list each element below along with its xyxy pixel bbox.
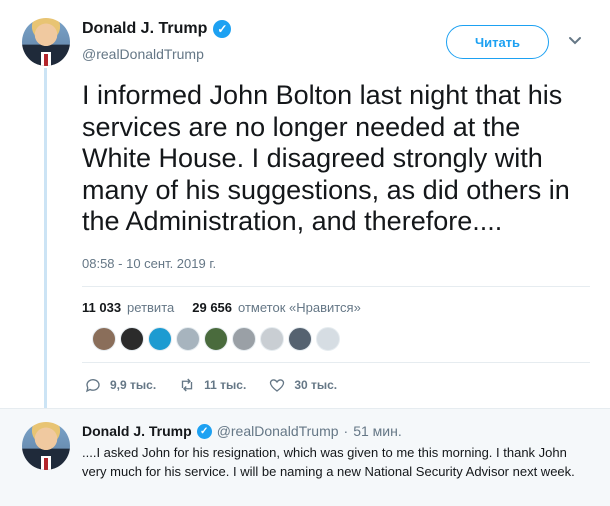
heart-icon xyxy=(270,379,285,392)
divider xyxy=(82,362,590,363)
chevron-down-icon[interactable] xyxy=(568,36,582,46)
retweets-count[interactable]: 11 033 xyxy=(82,300,121,315)
liker-avatar[interactable] xyxy=(148,327,172,351)
liker-avatar[interactable] xyxy=(232,327,256,351)
verified-badge-icon: ✓ xyxy=(213,20,232,38)
liker-avatar[interactable] xyxy=(260,327,284,351)
liker-avatar[interactable] xyxy=(92,327,116,351)
reply-text: ....I asked John for his resignation, wh… xyxy=(82,445,575,479)
liker-avatar[interactable] xyxy=(120,327,144,351)
divider xyxy=(82,286,590,287)
reply-action[interactable]: 9,9 тыс. xyxy=(84,376,156,394)
avatar[interactable] xyxy=(22,18,70,66)
follow-button[interactable]: Читать xyxy=(446,25,549,59)
tweet-stats: 11 033 ретвита 29 656 отметок «Нравится» xyxy=(82,300,361,315)
tweet-text: I informed John Bolton last night that h… xyxy=(82,80,570,236)
reply-avatar[interactable] xyxy=(22,422,70,470)
thread-connector-line xyxy=(44,68,47,420)
reply-time[interactable]: 51 мин. xyxy=(353,423,402,439)
likes-label[interactable]: отметок «Нравится» xyxy=(238,300,361,315)
liker-avatar[interactable] xyxy=(316,327,340,351)
reply-author-handle[interactable]: @realDonaldTrump xyxy=(217,423,339,439)
retweet-count: 11 тыс. xyxy=(204,378,247,392)
author-name[interactable]: Donald J. Trump xyxy=(82,20,207,38)
reply-icon xyxy=(85,379,100,393)
action-bar: 9,9 тыс. 11 тыс. 30 тыс. xyxy=(84,376,359,394)
tweet-timestamp[interactable]: 08:58 - 10 сент. 2019 г. xyxy=(82,256,216,271)
liker-avatar[interactable] xyxy=(288,327,312,351)
separator-dot: · xyxy=(343,423,349,439)
retweets-label[interactable]: ретвита xyxy=(127,300,174,315)
retweet-action[interactable]: 11 тыс. xyxy=(178,376,246,394)
author-handle[interactable]: @realDonaldTrump xyxy=(82,46,204,62)
retweet-icon xyxy=(181,378,193,392)
liker-avatar[interactable] xyxy=(176,327,200,351)
reply-count: 9,9 тыс. xyxy=(110,378,157,392)
liker-avatars xyxy=(92,327,340,351)
likes-count[interactable]: 29 656 xyxy=(192,300,232,315)
author-name-row[interactable]: Donald J. Trump ✓ xyxy=(82,20,232,38)
verified-badge-icon: ✓ xyxy=(196,423,212,439)
reply-author-name[interactable]: Donald J. Trump xyxy=(82,423,192,439)
liker-avatar[interactable] xyxy=(204,327,228,351)
like-action[interactable]: 30 тыс. xyxy=(268,376,337,394)
like-count: 30 тыс. xyxy=(294,378,338,392)
reply-header: Donald J. Trump ✓ @realDonaldTrump · 51 … xyxy=(82,423,402,439)
